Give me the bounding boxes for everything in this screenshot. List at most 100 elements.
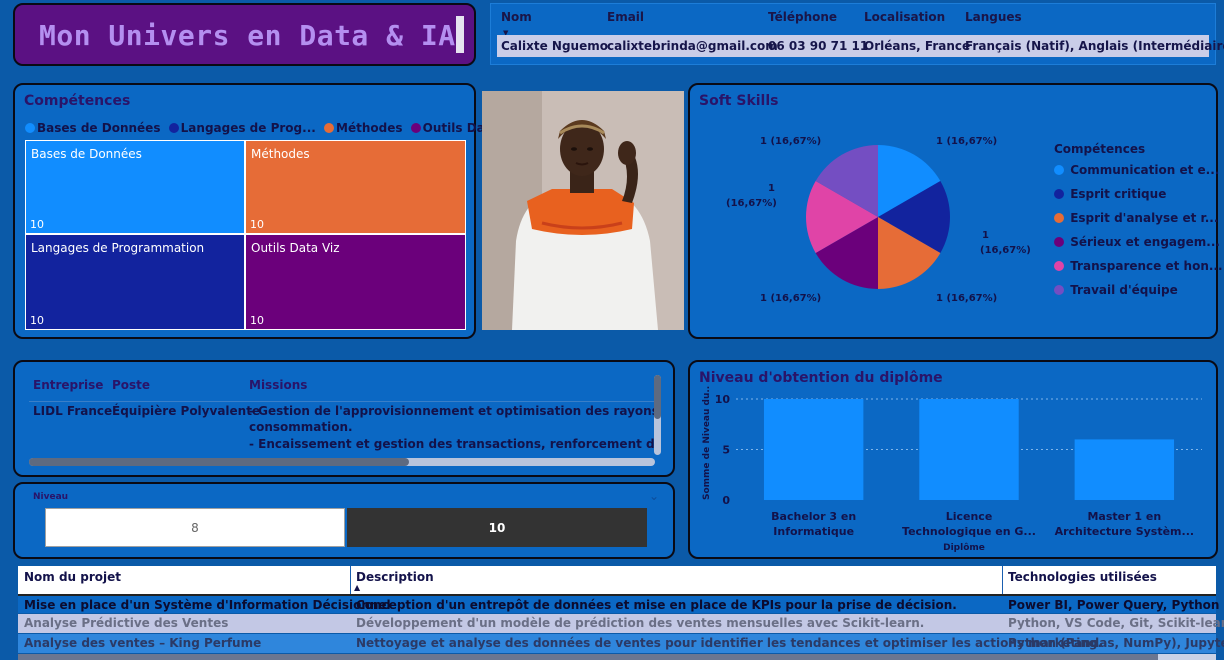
table-row[interactable]: Mise en place d'un Système d'Information… bbox=[18, 594, 1220, 613]
chevron-down-icon[interactable]: ⌄ bbox=[649, 489, 659, 503]
diplome-panel: Niveau d'obtention du diplôme Somme de N… bbox=[688, 360, 1218, 559]
legend-dot-icon bbox=[1054, 285, 1064, 295]
slice-label: 1 (16,67%) bbox=[760, 293, 822, 304]
col-header-description[interactable]: Description bbox=[356, 570, 434, 584]
soft-skills-title: Soft Skills bbox=[699, 93, 779, 109]
y-tick-label: 5 bbox=[722, 444, 730, 457]
treemap-tile-outils[interactable]: Outils Data Viz 10 bbox=[245, 234, 466, 330]
slicer-label: Niveau bbox=[33, 492, 69, 502]
horizontal-scrollbar[interactable] bbox=[29, 458, 655, 466]
project-name-cell: Analyse Prédictive des Ventes bbox=[24, 616, 229, 630]
experience-panel: Entreprise Poste Missions LIDL France Éq… bbox=[13, 360, 675, 477]
niveau-option-10[interactable]: 10 bbox=[347, 508, 647, 547]
y-tick-label: 0 bbox=[722, 494, 730, 507]
treemap-tile-bases[interactable]: Bases de Données 10 bbox=[25, 140, 245, 234]
x-axis-title: Diplôme bbox=[943, 542, 985, 553]
y-tick-label: 10 bbox=[715, 393, 731, 406]
tile-value: 10 bbox=[250, 218, 264, 231]
legend-title: Compétences bbox=[1054, 142, 1146, 156]
col-header-technologies[interactable]: Technologies utilisées bbox=[1008, 570, 1157, 584]
legend-dot-icon bbox=[1054, 237, 1064, 247]
tile-label: Bases de Données bbox=[31, 147, 142, 161]
x-tick-label: Architecture Systèm... bbox=[1055, 525, 1194, 538]
title-cursor-bar bbox=[456, 16, 464, 53]
contact-nom: Calixte Nguemo bbox=[501, 39, 608, 53]
bar[interactable] bbox=[919, 399, 1019, 500]
legend-item[interactable]: Transparence et hon... bbox=[1054, 259, 1223, 273]
legend-item[interactable]: Esprit d'analyse et r... bbox=[1054, 211, 1218, 225]
col-header-langues[interactable]: Langues bbox=[965, 10, 1022, 24]
x-tick-label: Technologique en G... bbox=[902, 525, 1036, 538]
mission-line: consommation. bbox=[249, 420, 353, 434]
slice-label: (16,67%) bbox=[980, 245, 1031, 256]
tile-value: 10 bbox=[250, 314, 264, 327]
col-header-poste[interactable]: Poste bbox=[112, 378, 150, 392]
scrollbar-thumb[interactable] bbox=[18, 654, 1158, 660]
legend-item[interactable]: Méthodes bbox=[324, 121, 402, 135]
portrait-illustration bbox=[482, 91, 684, 330]
soft-skills-panel: Soft Skills 1 (16,67%) 1 (16,67%) 1 (16,… bbox=[688, 83, 1223, 339]
contact-telephone: 06 03 90 71 11 bbox=[768, 39, 869, 53]
project-tech-cell: Python, VS Code, Git, Scikit-learn bbox=[1008, 616, 1224, 630]
x-tick-label: Master 1 en bbox=[1087, 510, 1161, 523]
col-header-email[interactable]: Email bbox=[607, 10, 644, 24]
slice-label: 1 (16,67%) bbox=[936, 136, 998, 147]
legend-dot-icon bbox=[25, 123, 35, 133]
niveau-slicer: Niveau ⌄ 8 10 bbox=[13, 482, 675, 559]
project-description-cell: Nettoyage et analyse des données de vent… bbox=[356, 636, 1103, 650]
x-tick-label: Licence bbox=[946, 510, 993, 523]
col-header-telephone[interactable]: Téléphone bbox=[768, 10, 837, 24]
diplome-title: Niveau d'obtention du diplôme bbox=[699, 370, 943, 386]
slice-label: 1 bbox=[982, 230, 989, 241]
table-row[interactable]: Analyse des ventes – King Perfume Nettoy… bbox=[18, 634, 1224, 653]
legend-item[interactable]: Communication et e... bbox=[1054, 163, 1219, 177]
legend-item[interactable]: Esprit critique bbox=[1054, 187, 1166, 201]
legend-item[interactable]: Travail d'équipe bbox=[1054, 283, 1178, 297]
diplome-bar-chart[interactable]: Somme de Niveau du... 10 5 0 Bachelor 3 en In… bbox=[690, 386, 1216, 558]
bar[interactable] bbox=[763, 399, 864, 500]
projects-table: Nom du projet Description ▲ Technologies… bbox=[18, 566, 1224, 660]
horizontal-scrollbar[interactable] bbox=[18, 654, 1216, 660]
y-axis-title: Somme de Niveau du... bbox=[702, 386, 712, 500]
slice-label: (16,67%) bbox=[726, 198, 777, 209]
legend-item[interactable]: Bases de Données bbox=[25, 121, 160, 135]
poste-cell: Équipière Polyvalente bbox=[112, 404, 261, 418]
bar[interactable] bbox=[1074, 439, 1175, 500]
col-header-missions[interactable]: Missions bbox=[249, 378, 307, 392]
x-tick-label: Bachelor 3 en bbox=[771, 510, 856, 523]
treemap-tile-methodes[interactable]: Méthodes 10 bbox=[245, 140, 466, 234]
legend-dot-icon bbox=[410, 123, 421, 133]
project-tech-cell: Python (Pandas, NumPy), Jupyter N bbox=[1008, 636, 1224, 650]
legend-dot-icon bbox=[1054, 165, 1064, 175]
slice-label: 1 (16,67%) bbox=[936, 293, 998, 304]
x-tick-label: Informatique bbox=[773, 525, 854, 538]
table-row[interactable]: Analyse Prédictive des Ventes Développem… bbox=[18, 614, 1224, 633]
sort-arrow-icon[interactable]: ▲ bbox=[354, 583, 360, 592]
project-description-cell: Développement d'un modèle de prédiction … bbox=[356, 616, 925, 630]
tile-value: 10 bbox=[30, 314, 44, 327]
mission-line: - Gestion de l'approvisionnement et opti… bbox=[249, 404, 655, 418]
col-header-localisation[interactable]: Localisation bbox=[864, 10, 945, 24]
slice-label: 1 (16,67%) bbox=[760, 136, 822, 147]
legend-dot-icon bbox=[1054, 213, 1064, 223]
column-divider bbox=[350, 566, 351, 594]
tile-label: Méthodes bbox=[251, 147, 310, 161]
treemap-tile-langages[interactable]: Langages de Programmation 10 bbox=[25, 234, 245, 330]
entreprise-cell: LIDL France bbox=[33, 404, 113, 418]
legend-item[interactable]: Langages de Prog... bbox=[168, 121, 316, 135]
soft-skills-pie-chart[interactable] bbox=[806, 137, 951, 302]
tile-label: Outils Data Viz bbox=[251, 241, 340, 255]
scrollbar-thumb[interactable] bbox=[29, 458, 409, 466]
legend-item[interactable]: Sérieux et engagem... bbox=[1054, 235, 1220, 249]
vertical-scrollbar[interactable] bbox=[654, 375, 661, 455]
scrollbar-thumb[interactable] bbox=[654, 375, 661, 419]
col-header-nom[interactable]: Nom bbox=[501, 10, 532, 24]
project-name-cell: Analyse des ventes – King Perfume bbox=[24, 636, 262, 650]
col-header-entreprise[interactable]: Entreprise bbox=[33, 378, 103, 392]
project-name-cell: Mise en place d'un Système d'Information… bbox=[24, 598, 391, 612]
mission-line: - Encaissement et gestion des transactio… bbox=[249, 437, 655, 451]
col-header-nom-projet[interactable]: Nom du projet bbox=[24, 570, 121, 584]
project-tech-cell: Power BI, Power Query, Python bbox=[1008, 598, 1220, 612]
niveau-option-8[interactable]: 8 bbox=[45, 508, 345, 547]
table-row[interactable]: LIDL France Équipière Polyvalente - Gest… bbox=[29, 402, 655, 456]
